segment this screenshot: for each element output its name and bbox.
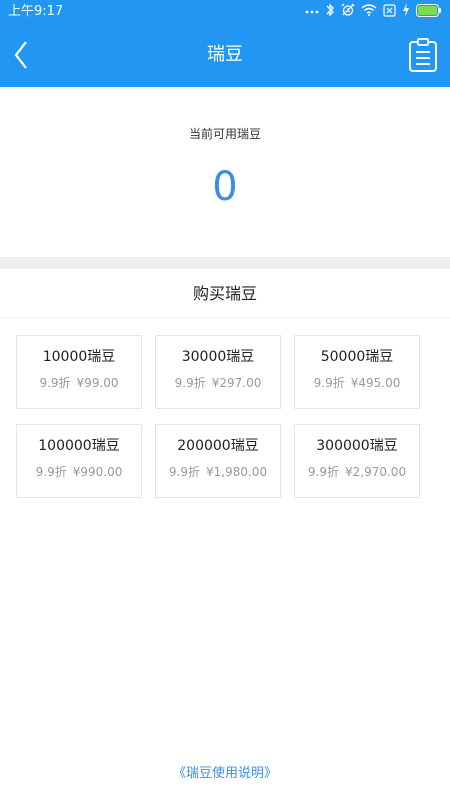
charging-icon	[402, 3, 410, 21]
section-divider	[0, 257, 450, 269]
package-card[interactable]: 100000瑞豆 9.9折 ¥990.00	[16, 424, 142, 498]
package-price: ¥495.00	[350, 376, 401, 390]
bluetooth-icon	[325, 3, 335, 21]
status-time: 上午9:17	[8, 4, 64, 19]
package-price: ¥2,970.00	[345, 465, 407, 479]
alarm-icon	[341, 3, 355, 21]
more-dots-icon	[305, 5, 319, 20]
battery-icon	[416, 3, 442, 21]
package-name: 10000瑞豆	[42, 349, 116, 365]
package-price: ¥297.00	[211, 376, 262, 390]
package-discount: 9.9折	[35, 465, 67, 479]
balance-section: 当前可用瑞豆 0	[0, 87, 450, 257]
package-price-row: 9.9折 ¥2,970.00	[295, 463, 419, 480]
package-name: 200000瑞豆	[177, 438, 259, 454]
package-card[interactable]: 30000瑞豆 9.9折 ¥297.00	[155, 335, 281, 409]
balance-value: 0	[212, 164, 238, 210]
package-card[interactable]: 200000瑞豆 9.9折 ¥1,980.00	[155, 424, 281, 498]
status-bar: 上午9:17	[0, 0, 450, 24]
clipboard-icon	[408, 38, 438, 76]
sim-disabled-icon	[383, 3, 396, 21]
usage-instructions-link[interactable]: 《瑞豆使用说明》	[0, 762, 450, 781]
package-card[interactable]: 10000瑞豆 9.9折 ¥99.00	[16, 335, 142, 409]
package-name: 30000瑞豆	[181, 349, 255, 365]
package-price: ¥99.00	[76, 376, 119, 390]
package-discount: 9.9折	[39, 376, 71, 390]
records-button[interactable]	[408, 38, 438, 72]
package-price-row: 9.9折 ¥495.00	[295, 374, 419, 391]
package-price-row: 9.9折 ¥297.00	[156, 374, 280, 391]
package-price-row: 9.9折 ¥1,980.00	[156, 463, 280, 480]
package-card[interactable]: 50000瑞豆 9.9折 ¥495.00	[294, 335, 420, 409]
app-bar: 瑞豆	[0, 24, 450, 87]
status-icons	[305, 3, 442, 21]
package-name: 300000瑞豆	[316, 438, 398, 454]
package-discount: 9.9折	[174, 376, 206, 390]
purchase-title: 购买瑞豆	[0, 269, 450, 318]
package-discount: 9.9折	[307, 465, 339, 479]
package-card[interactable]: 300000瑞豆 9.9折 ¥2,970.00	[294, 424, 420, 498]
wifi-icon	[361, 4, 377, 20]
package-discount: 9.9折	[313, 376, 345, 390]
page-title: 瑞豆	[207, 44, 243, 65]
package-name: 100000瑞豆	[38, 438, 120, 454]
package-price-row: 9.9折 ¥990.00	[17, 463, 141, 480]
balance-label: 当前可用瑞豆	[188, 127, 261, 141]
package-name: 50000瑞豆	[320, 349, 394, 365]
package-discount: 9.9折	[168, 465, 200, 479]
package-price-row: 9.9折 ¥99.00	[17, 374, 141, 391]
package-price: ¥990.00	[72, 465, 123, 479]
package-price: ¥1,980.00	[206, 465, 268, 479]
